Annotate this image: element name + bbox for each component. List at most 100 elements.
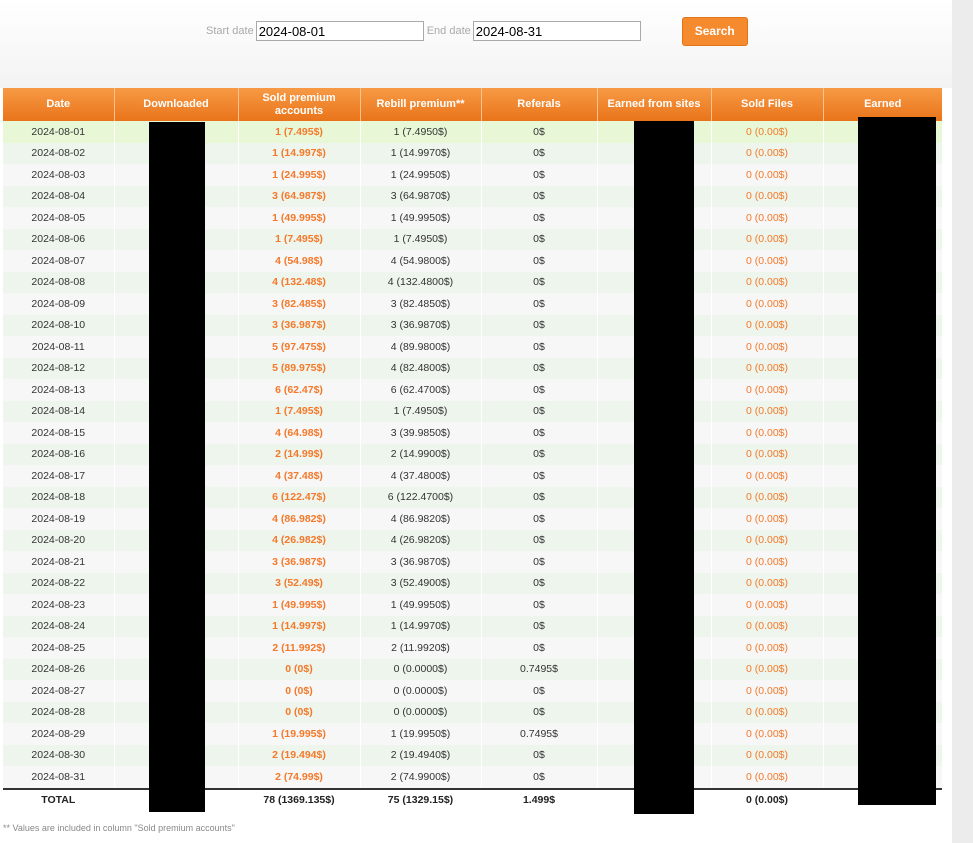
cell-date: 2024-08-06 <box>3 228 114 250</box>
table-row: 2024-08-13 6 (62.47$) 6 (62.4700$) 0$ 0 (0.0… <box>3 379 942 401</box>
cell-sold-files: 0 (0.00$) <box>710 723 823 745</box>
header-earned-from-sites[interactable]: Earned from sites <box>596 88 711 121</box>
header-date[interactable]: Date <box>3 88 114 121</box>
cell-date: 2024-08-29 <box>3 723 114 745</box>
cell-sold-files: 0 (0.00$) <box>710 615 823 637</box>
cell-sold-premium: 1 (7.495$) <box>237 400 360 422</box>
cell-sold-files: 0 (0.00$) <box>710 529 823 551</box>
cell-sold-premium: 4 (26.982$) <box>237 529 360 551</box>
table-row: 2024-08-01 1 (7.495$) 1 (7.4950$) 0$ 0 (0.00… <box>3 121 942 143</box>
cell-rebill-premium: 4 (54.9800$) <box>359 250 481 272</box>
cell-date: 2024-08-13 <box>3 379 114 401</box>
end-date-label: End date <box>426 25 471 37</box>
cell-rebill-premium: 3 (82.4850$) <box>359 293 481 315</box>
cell-date: 2024-08-31 <box>3 766 114 789</box>
table-row: 2024-08-06 1 (7.495$) 1 (7.4950$) 0$ 0 (0.00… <box>3 228 942 250</box>
cell-rebill-premium: 1 (7.4950$) <box>359 121 481 143</box>
cell-sold-files: 0 (0.00$) <box>710 701 823 723</box>
start-date-input[interactable] <box>255 21 424 41</box>
cell-sold-premium: 4 (132.48$) <box>237 271 360 293</box>
cell-rebill-premium: 4 (86.9820$) <box>359 508 481 530</box>
cell-referals: 0$ <box>480 400 597 422</box>
table-row: 2024-08-29 1 (19.995$) 1 (19.9950$) 0.7495$… <box>3 723 942 745</box>
header-referals[interactable]: Referals <box>480 88 597 121</box>
cell-date: 2024-08-12 <box>3 357 114 379</box>
cell-date: 2024-08-23 <box>3 594 114 616</box>
cell-sold-premium: 4 (37.48$) <box>237 465 360 487</box>
date-range-form: Start date End date Search <box>206 16 748 46</box>
cell-sold-premium: 2 (14.99$) <box>237 443 360 465</box>
cell-date: 2024-08-27 <box>3 680 114 702</box>
total-rebill: 75 (1329.15$) <box>359 787 481 811</box>
cell-rebill-premium: 4 (82.4800$) <box>359 357 481 379</box>
cell-sold-premium: 5 (89.975$) <box>237 357 360 379</box>
cell-referals: 0$ <box>480 293 597 315</box>
cell-sold-premium: 1 (7.495$) <box>237 228 360 250</box>
table-row: 2024-08-25 2 (11.992$) 2 (11.9920$) 0$ 0 (0.… <box>3 637 942 659</box>
table-row: 2024-08-31 2 (74.99$) 2 (74.9900$) 0$ 0 (0.0… <box>3 766 942 789</box>
cell-referals: 0$ <box>480 379 597 401</box>
table-row: 2024-08-19 4 (86.982$) 4 (86.9820$) 0$ 0 (0.… <box>3 508 942 530</box>
cell-rebill-premium: 1 (24.9950$) <box>359 164 481 186</box>
table-row: 2024-08-11 5 (97.475$) 4 (89.9800$) 0$ 0 (0.… <box>3 336 942 358</box>
cell-rebill-premium: 1 (49.9950$) <box>359 207 481 229</box>
header-sold-files[interactable]: Sold Files <box>710 88 823 121</box>
cell-rebill-premium: 4 (26.9820$) <box>359 529 481 551</box>
total-files: 0 (0.00$) <box>710 787 823 811</box>
cell-sold-premium: 4 (86.982$) <box>237 508 360 530</box>
cell-sold-files: 0 (0.00$) <box>710 766 823 789</box>
cell-referals: 0$ <box>480 207 597 229</box>
cell-sold-files: 0 (0.00$) <box>710 551 823 573</box>
cell-sold-files: 0 (0.00$) <box>710 594 823 616</box>
cell-sold-files: 0 (0.00$) <box>710 486 823 508</box>
header-sold-premium-accounts[interactable]: Sold premium accounts <box>237 88 360 121</box>
cell-rebill-premium: 1 (7.4950$) <box>359 400 481 422</box>
end-date-input[interactable] <box>472 21 641 41</box>
cell-rebill-premium: 2 (74.9900$) <box>359 766 481 789</box>
cell-rebill-premium: 3 (36.9870$) <box>359 314 481 336</box>
table-row: 2024-08-20 4 (26.982$) 4 (26.9820$) 0$ 0 (0.… <box>3 529 942 551</box>
cell-referals: 0$ <box>480 228 597 250</box>
cell-date: 2024-08-01 <box>3 121 114 143</box>
cell-date: 2024-08-04 <box>3 185 114 207</box>
cell-sold-premium: 1 (19.995$) <box>237 723 360 745</box>
cell-sold-files: 0 (0.00$) <box>710 400 823 422</box>
total-sold: 78 (1369.135$) <box>237 787 360 811</box>
cell-date: 2024-08-02 <box>3 142 114 164</box>
search-button[interactable]: Search <box>681 16 748 46</box>
cell-date: 2024-08-24 <box>3 615 114 637</box>
cell-sold-files: 0 (0.00$) <box>710 422 823 444</box>
table-header-row: Date Downloaded Sold premium accounts Re… <box>3 88 942 121</box>
cell-referals: 0$ <box>480 529 597 551</box>
table-row: 2024-08-22 3 (52.49$) 3 (52.4900$) 0$ 0 (0.0… <box>3 572 942 594</box>
cell-sold-premium: 0 (0$) <box>237 658 360 680</box>
header-rebill-premium[interactable]: Rebill premium** <box>359 88 481 121</box>
cell-sold-premium: 2 (19.494$) <box>237 744 360 766</box>
cell-sold-premium: 1 (24.995$) <box>237 164 360 186</box>
cell-date: 2024-08-07 <box>3 250 114 272</box>
cell-rebill-premium: 2 (11.9920$) <box>359 637 481 659</box>
table-row: 2024-08-24 1 (14.997$) 1 (14.9970$) 0$ 0 (0.… <box>3 615 942 637</box>
cell-sold-files: 0 (0.00$) <box>710 336 823 358</box>
cell-date: 2024-08-15 <box>3 422 114 444</box>
cell-date: 2024-08-05 <box>3 207 114 229</box>
page-scrollbar-track[interactable] <box>952 0 973 843</box>
cell-rebill-premium: 6 (62.4700$) <box>359 379 481 401</box>
cell-rebill-premium: 0 (0.0000$) <box>359 658 481 680</box>
cell-sold-files: 0 (0.00$) <box>710 185 823 207</box>
cell-date: 2024-08-16 <box>3 443 114 465</box>
header-downloaded[interactable]: Downloaded <box>113 88 238 121</box>
table-row: 2024-08-09 3 (82.485$) 3 (82.4850$) 0$ 0 (0.… <box>3 293 942 315</box>
cell-sold-premium: 0 (0$) <box>237 701 360 723</box>
cell-date: 2024-08-11 <box>3 336 114 358</box>
cell-sold-premium: 1 (14.997$) <box>237 142 360 164</box>
cell-sold-files: 0 (0.00$) <box>710 121 823 143</box>
cell-referals: 0$ <box>480 250 597 272</box>
table-row: 2024-08-23 1 (49.995$) 1 (49.9950$) 0$ 0 (0.… <box>3 594 942 616</box>
cell-sold-files: 0 (0.00$) <box>710 207 823 229</box>
cell-sold-premium: 3 (52.49$) <box>237 572 360 594</box>
cell-sold-premium: 3 (82.485$) <box>237 293 360 315</box>
cell-referals: 0$ <box>480 121 597 143</box>
table-row: 2024-08-14 1 (7.495$) 1 (7.4950$) 0$ 0 (0.00… <box>3 400 942 422</box>
cell-date: 2024-08-17 <box>3 465 114 487</box>
